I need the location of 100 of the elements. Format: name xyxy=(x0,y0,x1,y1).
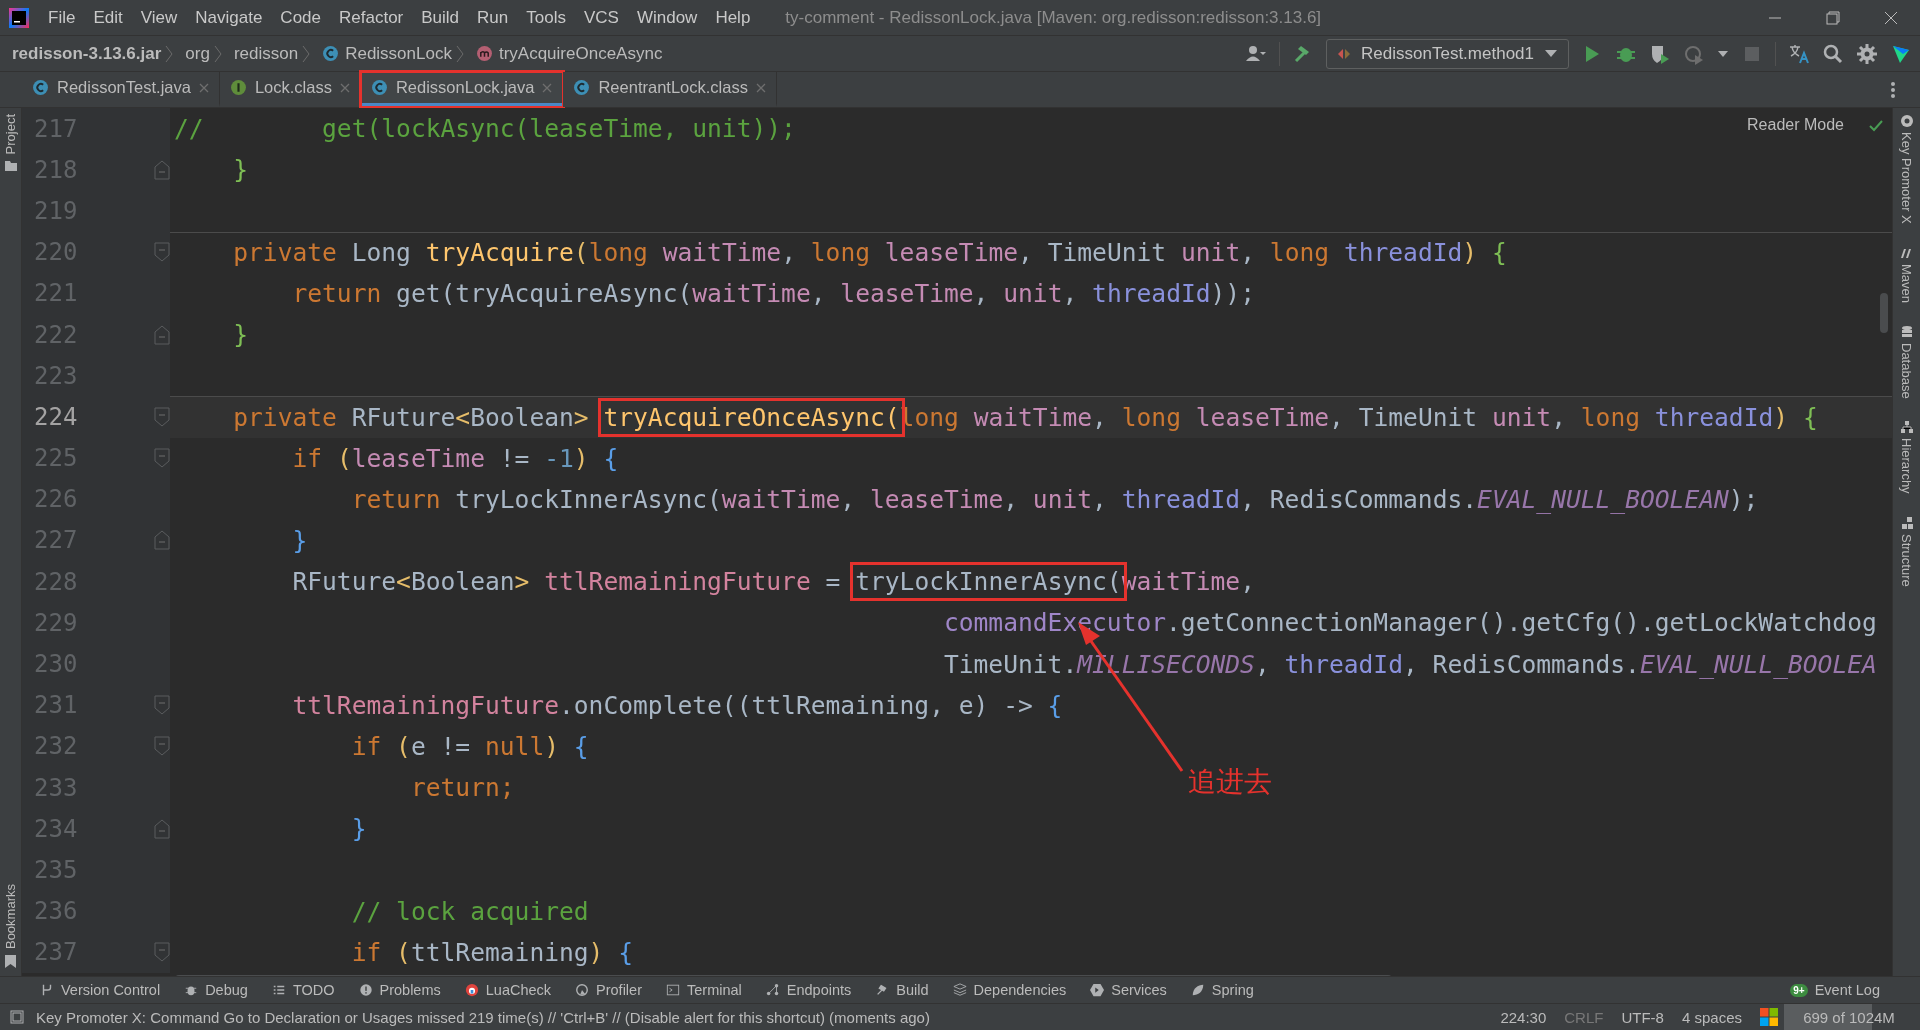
services-icon xyxy=(1090,983,1105,997)
indent-setting[interactable]: 4 spaces xyxy=(1681,1008,1742,1026)
tool-window-button[interactable]: TODO xyxy=(292,982,335,998)
menu-item[interactable]: Edit xyxy=(84,7,132,28)
database-icon[interactable] xyxy=(1899,324,1914,339)
breadcrumb[interactable]: redisson-3.13.6.jar xyxy=(12,43,162,64)
breadcrumb[interactable]: tryAcquireOnceAsync xyxy=(498,43,663,64)
warning-icon xyxy=(358,983,373,997)
tool-window-label[interactable]: Database xyxy=(1899,342,1914,399)
settings-icon[interactable] xyxy=(1856,42,1878,65)
tool-window-button[interactable]: Profiler xyxy=(596,982,642,998)
breadcrumb[interactable]: org xyxy=(185,43,210,64)
menu-item[interactable]: View xyxy=(131,7,187,28)
tool-window-button[interactable]: Debug xyxy=(205,982,248,998)
editor-tab[interactable]: RedissonLock.java xyxy=(360,72,564,107)
annotation-text: 追进去 xyxy=(1188,764,1272,800)
tool-window-button[interactable]: Version Control xyxy=(61,982,161,998)
tool-window-label[interactable]: Bookmarks xyxy=(3,883,18,949)
class-icon xyxy=(573,79,591,96)
fold-marker-icon[interactable] xyxy=(154,530,170,551)
tool-window-button[interactable]: Services xyxy=(1111,982,1167,998)
menu-item[interactable]: Navigate xyxy=(186,7,272,28)
fold-marker-icon[interactable] xyxy=(154,242,170,263)
tool-window-button[interactable]: Problems xyxy=(379,982,441,998)
tool-window-label[interactable]: Key Promoter X xyxy=(1899,132,1914,224)
interface-icon xyxy=(229,79,247,96)
code-line: return get(tryAcquireAsync(waitTime, leaseTime, unit, threadId)); xyxy=(291,277,1255,310)
run-config-icon xyxy=(1337,46,1352,61)
terminal-icon xyxy=(666,983,680,997)
code-line: ttlRemainingFuture.onComplete((ttlRemaining, e) -> { xyxy=(291,689,1063,722)
folder-icon[interactable] xyxy=(4,160,17,172)
code-line: if (ttlRemaining) { xyxy=(350,936,634,969)
window-icon[interactable] xyxy=(10,1010,24,1024)
menu-item[interactable]: Tools xyxy=(517,7,575,28)
fold-marker-icon[interactable] xyxy=(154,818,170,839)
tool-window-button[interactable]: LuaCheck xyxy=(485,982,552,998)
list-icon xyxy=(271,983,286,997)
chevron-icon xyxy=(455,43,464,64)
method-icon xyxy=(475,45,493,62)
run-config-dropdown[interactable]: RedissonTest.method1 xyxy=(1326,38,1569,69)
windows-logo[interactable] xyxy=(1760,1008,1778,1026)
fold-marker-icon[interactable] xyxy=(154,406,170,427)
lua-icon xyxy=(464,983,479,997)
chevron-icon xyxy=(213,43,222,64)
menu-item[interactable]: Code xyxy=(271,7,330,28)
code-line: // lock acquired xyxy=(350,895,589,928)
hierarchy-icon[interactable] xyxy=(1899,420,1914,435)
file-encoding[interactable]: UTF-8 xyxy=(1621,1008,1664,1026)
breadcrumb[interactable]: RedissonLock xyxy=(345,43,452,64)
fold-marker-icon[interactable] xyxy=(154,159,170,180)
fold-marker-icon[interactable] xyxy=(154,324,170,345)
tool-window-button[interactable]: Build xyxy=(896,982,929,998)
tool-window-button[interactable]: Terminal xyxy=(687,982,742,998)
tool-window-button[interactable]: Dependencies xyxy=(973,982,1067,998)
tool-window-label[interactable]: Maven xyxy=(1899,263,1914,303)
structure-icon[interactable] xyxy=(1899,516,1914,531)
menu-item[interactable]: Build xyxy=(412,7,469,28)
caret-icon[interactable] xyxy=(1717,48,1729,59)
check-icon xyxy=(1868,118,1884,134)
fold-marker-icon[interactable] xyxy=(154,695,170,716)
menu-item[interactable]: Refactor xyxy=(330,7,413,28)
fold-marker-icon[interactable] xyxy=(154,942,170,963)
status-message: Key Promoter X: Command Go to Declaration or Usages missed 219 time(s) // 'Ctrl+B' // (Disable alert for this shortcut) (moments ago) xyxy=(36,1008,931,1026)
app-logo xyxy=(9,7,29,28)
code-line: return; xyxy=(409,772,515,805)
tool-window-label[interactable]: Structure xyxy=(1899,534,1914,587)
search-icon[interactable] xyxy=(1822,42,1844,65)
tool-window-label[interactable]: Hierarchy xyxy=(1899,438,1914,495)
class-icon xyxy=(322,45,340,62)
fold-marker-icon[interactable] xyxy=(154,448,170,469)
profiler-icon xyxy=(575,983,590,997)
code-line: if (e != null) { xyxy=(350,730,589,763)
caret-position[interactable]: 224:30 xyxy=(1500,1008,1547,1026)
class-icon xyxy=(370,79,388,96)
code-line: commandExecutor.getConnectionManager().getCfg().getLockWatchdog xyxy=(942,607,1877,640)
breadcrumb[interactable]: redisson xyxy=(233,43,299,64)
menu-item[interactable]: VCS xyxy=(574,7,628,28)
line-number: 224 xyxy=(34,402,79,431)
more-icon[interactable] xyxy=(1890,80,1896,99)
code-line: if (leaseTime != -1) { xyxy=(291,442,619,475)
translate-icon[interactable] xyxy=(1788,42,1810,65)
menu-item[interactable]: Run xyxy=(468,7,518,28)
tool-window-label[interactable]: Project xyxy=(3,114,18,155)
window-title: ty-comment - RedissonLock.java [Maven: org.redisson:redisson:3.13.6] xyxy=(785,7,1323,28)
leaf-icon xyxy=(1190,983,1205,997)
code-line: } xyxy=(350,813,367,846)
bookmark-icon[interactable] xyxy=(5,955,16,968)
restore-icon[interactable] xyxy=(1824,8,1842,27)
tool-window-button[interactable]: Spring xyxy=(1211,982,1254,998)
tool-window-button[interactable]: Endpoints xyxy=(786,982,852,998)
tool-window-button[interactable]: Event Log xyxy=(1814,982,1880,998)
reader-mode-link[interactable]: Reader Mode xyxy=(1747,116,1844,134)
fold-marker-icon[interactable] xyxy=(154,736,170,757)
scrollbar-thumb[interactable] xyxy=(1880,293,1888,333)
endpoints-icon xyxy=(765,983,780,997)
menu-item[interactable]: Help xyxy=(706,7,760,28)
promoter-icon[interactable] xyxy=(1899,114,1914,128)
menu-item[interactable]: File xyxy=(39,7,85,28)
menu-item[interactable]: Window xyxy=(627,7,707,28)
chevron-icon xyxy=(165,43,174,64)
